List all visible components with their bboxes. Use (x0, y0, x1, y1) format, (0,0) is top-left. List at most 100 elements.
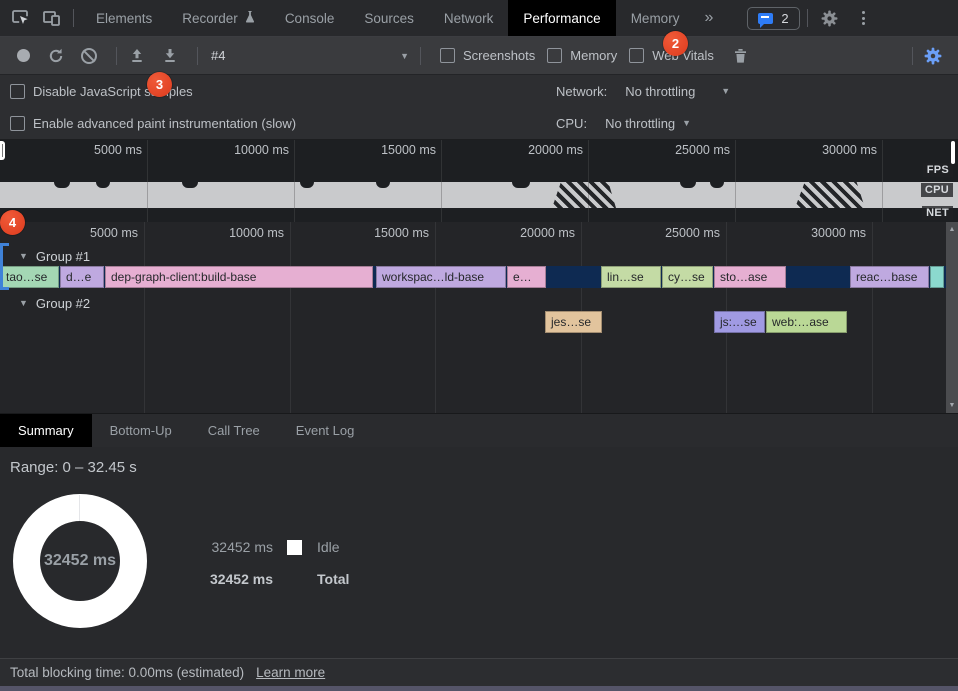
tab-label: Sources (364, 11, 414, 26)
flame-bar[interactable]: dep-graph-client:build-base (105, 266, 373, 288)
tab-label: Call Tree (208, 423, 260, 438)
block-icon (81, 48, 97, 64)
tab-performance[interactable]: Performance (508, 0, 615, 36)
overview-tick-label: 20000 ms (528, 143, 583, 157)
overview-handle-left[interactable] (0, 141, 5, 160)
divider (73, 9, 74, 27)
net-lane-label: NET (922, 206, 953, 220)
vertical-scrollbar[interactable]: ▲ ▼ (946, 222, 958, 413)
devtools-window: Elements Recorder Console Sources Networ… (0, 0, 958, 691)
cpu-label: CPU: (556, 116, 587, 131)
scroll-down-icon[interactable]: ▼ (946, 402, 958, 409)
window-bottom-strip (0, 686, 958, 691)
flame-bar[interactable]: web:…ase (766, 311, 847, 333)
timeline-overview[interactable]: FPS CPU NET 5000 ms10000 ms15000 ms20000… (0, 140, 958, 222)
issues-chat-button[interactable]: 2 (747, 7, 799, 30)
scroll-up-icon[interactable]: ▲ (946, 226, 958, 233)
flame-bar[interactable]: e… (507, 266, 546, 288)
chat-count: 2 (781, 11, 788, 26)
group-2-row[interactable]: ▼ Group #2 (0, 293, 90, 313)
cpu-notch (54, 182, 70, 188)
learn-more-link[interactable]: Learn more (256, 665, 325, 680)
expander-triangle-icon[interactable]: ▼ (19, 298, 28, 308)
trash-button[interactable] (728, 43, 754, 69)
flame-bar[interactable]: cy…se (662, 266, 713, 288)
tab-label: Network (444, 11, 494, 26)
tab-label: Console (285, 11, 335, 26)
group-1-track: tao…sed…edep-graph-client:build-basework… (0, 266, 946, 288)
overview-tick-label: 10000 ms (234, 143, 289, 157)
history-select[interactable]: #4 ▼ (211, 48, 409, 63)
options-row-1: Disable JavaScript samples Network: No t… (0, 75, 958, 107)
flame-bar[interactable] (930, 266, 944, 288)
save-profile-button[interactable] (157, 43, 183, 69)
memory-checkbox[interactable]: Memory (547, 48, 617, 63)
flame-chart[interactable]: ▼ Group #1 tao…sed…edep-graph-client:bui… (0, 222, 958, 413)
kebab-menu-icon[interactable] (845, 4, 883, 32)
tab-call-tree[interactable]: Call Tree (190, 414, 278, 447)
flame-bar[interactable]: sto…ase (714, 266, 786, 288)
tab-sources[interactable]: Sources (349, 0, 429, 36)
divider (116, 47, 117, 65)
flame-bar[interactable]: workspac…ld-base (376, 266, 506, 288)
expander-triangle-icon[interactable]: ▼ (19, 251, 28, 261)
flame-bar[interactable]: d…e (60, 266, 104, 288)
load-profile-button[interactable] (124, 43, 150, 69)
annotation-badge-3[interactable]: 3 (147, 72, 172, 97)
cpu-overview-lane (0, 182, 958, 208)
selection-bracket (0, 243, 9, 290)
annotation-badge-2[interactable]: 2 (663, 31, 688, 56)
tab-console[interactable]: Console (270, 0, 350, 36)
history-selected-value: #4 (211, 48, 225, 63)
overview-handle-right[interactable] (951, 141, 955, 164)
screenshots-checkbox[interactable]: Screenshots (440, 48, 535, 63)
annotation-badge-4[interactable]: 4 (0, 210, 25, 235)
divider (420, 47, 421, 65)
cpu-hatch-region (795, 182, 865, 208)
flame-tick-label: 15000 ms (374, 226, 429, 240)
tab-bottom-up[interactable]: Bottom-Up (92, 414, 190, 447)
divider (807, 9, 808, 27)
tab-summary[interactable]: Summary (0, 414, 92, 447)
overview-tick-label: 5000 ms (94, 143, 142, 157)
overview-gridline (735, 140, 736, 222)
legend-swatch-idle (287, 540, 302, 555)
cpu-lane-label: CPU (921, 183, 953, 197)
flame-bar[interactable]: lin…se (601, 266, 661, 288)
chevron-down-icon: ▼ (400, 51, 409, 61)
summary-panel: Range: 0 – 32.45 s 32452 ms 32452 ms Idl… (0, 447, 958, 658)
device-toolbar-icon[interactable] (36, 4, 66, 32)
tab-network[interactable]: Network (429, 0, 509, 36)
tab-label: Bottom-Up (110, 423, 172, 438)
tab-label: Summary (18, 423, 74, 438)
settings-gear-icon[interactable] (815, 4, 845, 32)
tab-elements[interactable]: Elements (81, 0, 167, 36)
tab-label: Performance (523, 11, 600, 26)
flame-bar[interactable]: jes…se (545, 311, 602, 333)
cpu-notch (512, 182, 530, 188)
record-button[interactable] (10, 43, 36, 69)
capture-settings-gear-icon[interactable] (920, 43, 946, 69)
divider (197, 47, 198, 65)
cpu-notch (376, 182, 390, 188)
advanced-paint-checkbox[interactable]: Enable advanced paint instrumentation (s… (10, 116, 296, 131)
tab-label: Memory (631, 11, 680, 26)
cpu-notch (182, 182, 198, 188)
chat-bubble-icon (758, 13, 773, 24)
divider (912, 47, 913, 65)
network-throttle-select[interactable]: Network: No throttling ▼ (556, 84, 730, 99)
cpu-notch (680, 182, 696, 188)
flame-bar[interactable]: js:…se (714, 311, 765, 333)
summary-legend: 32452 ms Idle 32452 ms Total (205, 531, 349, 595)
tab-memory[interactable]: Memory (616, 0, 695, 36)
cpu-throttle-select[interactable]: CPU: No throttling ▼ (556, 116, 691, 131)
more-tabs-chevron-icon[interactable]: » (694, 9, 723, 27)
tab-event-log[interactable]: Event Log (278, 414, 373, 447)
tab-recorder[interactable]: Recorder (167, 0, 270, 36)
flame-bar[interactable]: reac…base (850, 266, 929, 288)
clear-button[interactable] (76, 43, 102, 69)
reload-and-record-button[interactable] (43, 43, 69, 69)
group-1-row[interactable]: ▼ Group #1 (0, 246, 90, 266)
inspect-element-icon[interactable] (6, 4, 36, 32)
overview-gridline (294, 182, 295, 208)
